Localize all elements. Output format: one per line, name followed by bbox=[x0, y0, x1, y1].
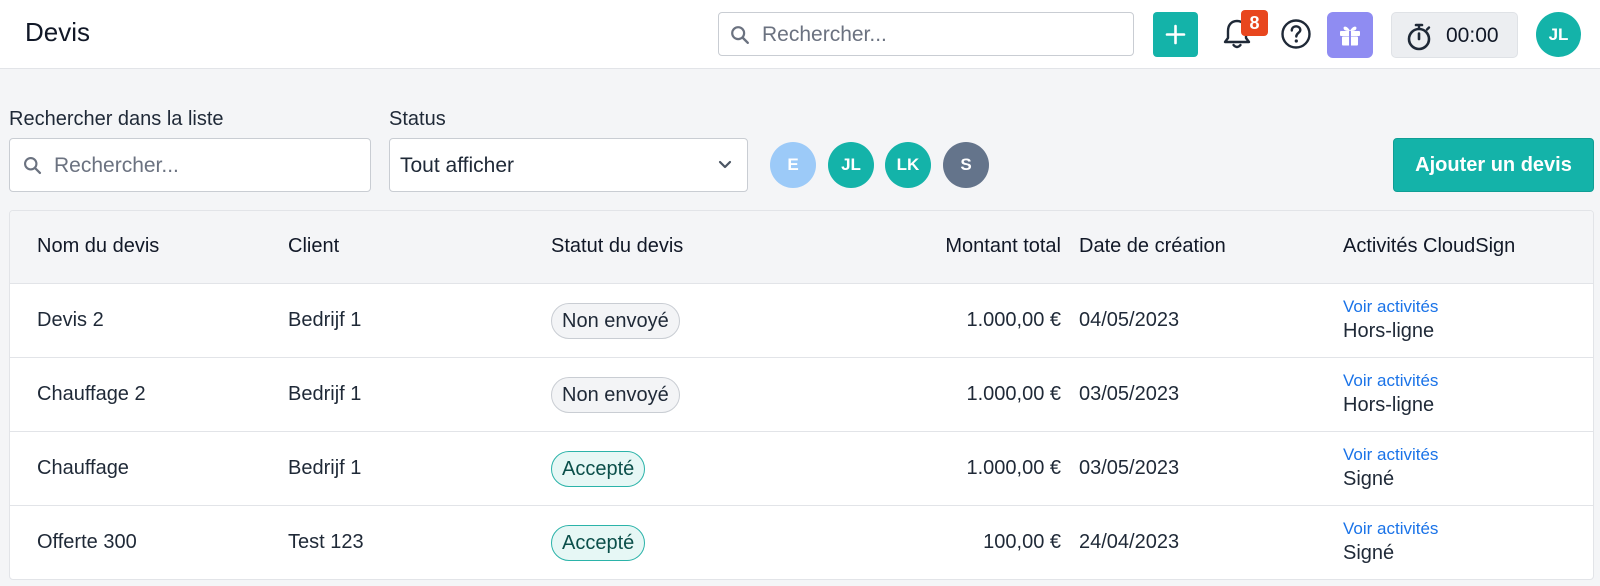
column-header-date[interactable]: Date de création bbox=[1079, 235, 1226, 258]
status-badge: Non envoyé bbox=[551, 303, 680, 339]
table-row[interactable]: Chauffage 2 Bedrijf 1 Non envoyé 1.000,0… bbox=[10, 358, 1593, 432]
quote-date: 04/05/2023 bbox=[1079, 309, 1180, 331]
timer-value: 00:00 bbox=[1446, 24, 1499, 47]
list-search-input[interactable]: Rechercher... bbox=[9, 138, 371, 192]
view-activities-link[interactable]: Voir activités bbox=[1343, 371, 1438, 391]
assignee-filter-avatar[interactable]: LK bbox=[885, 142, 931, 188]
list-search-label: Rechercher dans la liste bbox=[9, 108, 224, 130]
user-avatar[interactable]: JL bbox=[1536, 12, 1581, 57]
column-header-client[interactable]: Client bbox=[288, 235, 339, 258]
quote-amount: 1.000,00 € bbox=[966, 309, 1061, 331]
add-quote-button[interactable]: Ajouter un devis bbox=[1393, 138, 1594, 192]
quote-amount: 100,00 € bbox=[983, 531, 1061, 553]
quotes-table: Nom du devis Client Statut du devis Mont… bbox=[9, 210, 1594, 580]
quote-date: 03/05/2023 bbox=[1079, 383, 1180, 405]
time-tracker-button[interactable]: 00:00 bbox=[1391, 12, 1518, 58]
quote-date: 24/04/2023 bbox=[1079, 531, 1180, 553]
help-icon[interactable] bbox=[1280, 18, 1312, 50]
view-activities-link[interactable]: Voir activités bbox=[1343, 519, 1438, 539]
table-header: Nom du devis Client Statut du devis Mont… bbox=[10, 211, 1593, 284]
status-badge: Accepté bbox=[551, 525, 646, 561]
status-filter-label: Status bbox=[389, 108, 446, 130]
quote-client: Test 123 bbox=[288, 531, 364, 553]
quote-client: Bedrijf 1 bbox=[288, 309, 362, 331]
table-row[interactable]: Devis 2 Bedrijf 1 Non envoyé 1.000,00 € … bbox=[10, 284, 1593, 358]
quote-name[interactable]: Chauffage 2 bbox=[37, 383, 146, 406]
status-filter-value: Tout afficher bbox=[400, 154, 515, 177]
column-header-name[interactable]: Nom du devis bbox=[37, 235, 159, 258]
top-bar: Devis Rechercher... 8 00:00 JL bbox=[0, 0, 1600, 69]
stopwatch-icon bbox=[1407, 23, 1431, 51]
chevron-down-icon bbox=[718, 160, 732, 169]
column-header-cloudsign: Activités CloudSign bbox=[1343, 235, 1516, 257]
quote-client: Bedrijf 1 bbox=[288, 457, 362, 479]
gift-icon bbox=[1340, 26, 1360, 46]
quote-name[interactable]: Chauffage bbox=[37, 457, 129, 480]
plus-icon bbox=[1165, 24, 1186, 45]
cloudsign-status: Hors-ligne bbox=[1343, 394, 1435, 416]
list-search-placeholder: Rechercher... bbox=[54, 154, 179, 177]
quote-name[interactable]: Offerte 300 bbox=[37, 531, 137, 554]
quick-add-button[interactable] bbox=[1153, 12, 1198, 57]
quote-name[interactable]: Devis 2 bbox=[37, 309, 104, 332]
table-row[interactable]: Chauffage Bedrijf 1 Accepté 1.000,00 € 0… bbox=[10, 432, 1593, 506]
view-activities-link[interactable]: Voir activités bbox=[1343, 297, 1438, 317]
assignee-filter-avatar[interactable]: E bbox=[770, 142, 816, 188]
cloudsign-status: Hors-ligne bbox=[1343, 320, 1435, 342]
search-icon bbox=[731, 26, 749, 44]
status-badge: Accepté bbox=[551, 451, 646, 487]
notification-badge: 8 bbox=[1241, 10, 1268, 36]
cloudsign-status: Signé bbox=[1343, 468, 1395, 490]
quote-amount: 1.000,00 € bbox=[966, 383, 1061, 405]
column-header-status[interactable]: Statut du devis bbox=[551, 235, 683, 258]
view-activities-link[interactable]: Voir activités bbox=[1343, 445, 1438, 465]
column-header-amount[interactable]: Montant total bbox=[881, 235, 1061, 258]
assignee-filter-avatar[interactable]: S bbox=[943, 142, 989, 188]
page-title: Devis bbox=[25, 17, 91, 47]
quote-client: Bedrijf 1 bbox=[288, 383, 362, 405]
search-icon bbox=[24, 157, 42, 175]
status-badge: Non envoyé bbox=[551, 377, 680, 413]
quote-date: 03/05/2023 bbox=[1079, 457, 1180, 479]
cloudsign-status: Signé bbox=[1343, 542, 1395, 564]
assignee-filter-avatar[interactable]: JL bbox=[828, 142, 874, 188]
status-filter-select[interactable]: Tout afficher bbox=[389, 138, 748, 192]
gift-button[interactable] bbox=[1327, 12, 1373, 58]
global-search-placeholder: Rechercher... bbox=[762, 23, 887, 46]
quote-amount: 1.000,00 € bbox=[966, 457, 1061, 479]
global-search-input[interactable]: Rechercher... bbox=[718, 12, 1134, 56]
table-row[interactable]: Offerte 300 Test 123 Accepté 100,00 € 24… bbox=[10, 506, 1593, 579]
